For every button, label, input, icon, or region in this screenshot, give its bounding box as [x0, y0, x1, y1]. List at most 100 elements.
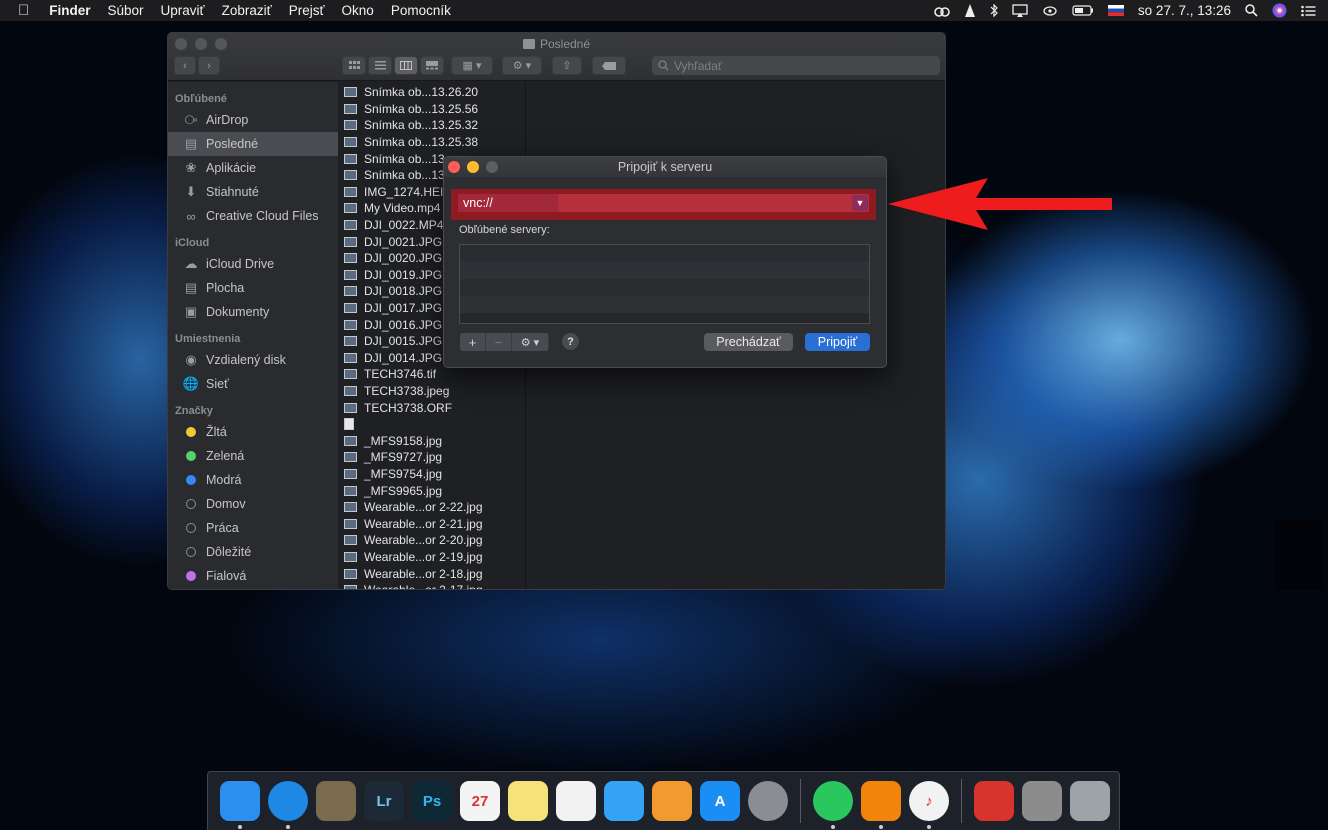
file-row[interactable]: TECH3746.tif	[338, 366, 525, 383]
list-view-button[interactable]	[368, 56, 392, 75]
input-source-flag-icon[interactable]	[1107, 5, 1124, 16]
dialog-minimize-button[interactable]	[467, 161, 479, 173]
sidebar-item-recents[interactable]: ▤ Posledné	[168, 132, 338, 156]
dock-system-preferences-icon[interactable]	[748, 781, 788, 821]
dock-lightroom-icon[interactable]: Lr	[364, 781, 404, 821]
sidebar-item-creative-cloud[interactable]: ∞ Creative Cloud Files	[168, 204, 338, 228]
sidebar-item-network[interactable]: 🌐 Sieť	[168, 372, 338, 396]
help-button[interactable]: ?	[562, 333, 579, 350]
sidebar-item-tag-yellow[interactable]: Žltá	[168, 420, 338, 444]
dock-trash-icon[interactable]	[1070, 781, 1110, 821]
menu-window[interactable]: Okno	[342, 3, 374, 18]
list-item[interactable]	[460, 279, 869, 296]
search-input[interactable]: Vyhľadať	[652, 56, 940, 75]
dock-messages-icon[interactable]	[604, 781, 644, 821]
list-item[interactable]	[460, 245, 869, 262]
share-button[interactable]: ⇧	[552, 56, 582, 75]
file-row[interactable]: Wearable...or 2-18.jpg	[338, 565, 525, 582]
dock-safari-icon[interactable]	[268, 781, 308, 829]
favorite-servers-list[interactable]	[459, 244, 870, 324]
list-item[interactable]	[460, 296, 869, 313]
file-row[interactable]: Wearable...or 2-21.jpg	[338, 515, 525, 532]
menu-edit[interactable]: Upraviť	[161, 3, 205, 18]
dock-reminders-icon[interactable]	[556, 781, 596, 821]
apple-menu-icon[interactable]: 	[18, 2, 29, 19]
spotlight-search-icon[interactable]	[1245, 4, 1258, 17]
menu-finder[interactable]: Finder	[49, 3, 90, 18]
menu-file[interactable]: Súbor	[108, 3, 144, 18]
file-row[interactable]: _MFS9158.jpg	[338, 432, 525, 449]
file-row[interactable]: _MFS9754.jpg	[338, 466, 525, 483]
dock-finder-icon[interactable]	[220, 781, 260, 829]
siri-icon[interactable]	[1272, 3, 1287, 18]
connect-button[interactable]: Pripojiť	[805, 333, 870, 351]
dock-pages-icon[interactable]	[652, 781, 692, 821]
sidebar-item-tag-purple[interactable]: Fialová	[168, 564, 338, 588]
file-row[interactable]: Wearable...or 2-22.jpg	[338, 499, 525, 516]
dock-documents-stack-icon[interactable]	[1022, 781, 1062, 821]
action-gear-button[interactable]: ⚙ ▾	[502, 56, 542, 75]
sidebar-item-tag-important[interactable]: Dôležité	[168, 540, 338, 564]
menu-view[interactable]: Zobraziť	[222, 3, 272, 18]
sidebar-item-remote-disc[interactable]: ◉ Vzdialený disk	[168, 348, 338, 372]
bluetooth-icon[interactable]	[990, 4, 998, 17]
server-address-field[interactable]: vnc:// ▼	[458, 194, 869, 212]
dock-calendar-icon[interactable]: 27	[460, 781, 500, 821]
dock-creative-cloud-icon[interactable]	[974, 781, 1014, 821]
clock[interactable]: so 27. 7., 13:26	[1138, 3, 1231, 18]
file-row[interactable]: TECH3738.jpeg	[338, 383, 525, 400]
browse-button[interactable]: Prechádzať	[704, 333, 793, 351]
dock-itunes-icon[interactable]: ♪	[909, 781, 949, 829]
sidebar-item-tag-blue[interactable]: Modrá	[168, 468, 338, 492]
back-button[interactable]: ‹	[174, 56, 196, 75]
sidebar-item-tag-work[interactable]: Práca	[168, 516, 338, 540]
file-row[interactable]: Snímka ob...13.26.20	[338, 84, 525, 101]
file-row[interactable]: Wearable...or 2-19.jpg	[338, 549, 525, 566]
dock-notes-icon[interactable]	[508, 781, 548, 821]
column-view-button[interactable]	[394, 56, 418, 75]
sidebar-item-tag-home[interactable]: Domov	[168, 492, 338, 516]
file-row[interactable]: _MFS9965.jpg	[338, 482, 525, 499]
gallery-view-button[interactable]	[420, 56, 444, 75]
sidebar-item-downloads[interactable]: ⬇ Stiahnuté	[168, 180, 338, 204]
file-row[interactable]	[338, 416, 525, 433]
battery-icon[interactable]	[1072, 5, 1094, 16]
sidebar-item-documents[interactable]: ▣ Dokumenty	[168, 300, 338, 324]
dock-vlc-icon[interactable]	[861, 781, 901, 829]
list-item[interactable]	[460, 262, 869, 279]
dock-whatsapp-icon[interactable]	[813, 781, 853, 829]
sidebar-item-icloud-drive[interactable]: ☁ iCloud Drive	[168, 252, 338, 276]
dock-preview-icon[interactable]	[316, 781, 356, 821]
menu-go[interactable]: Prejsť	[289, 3, 325, 18]
dock-app-store-icon[interactable]: A	[700, 781, 740, 821]
file-row[interactable]: Snímka ob...13.25.32	[338, 117, 525, 134]
menu-help[interactable]: Pomocník	[391, 3, 451, 18]
creative-cloud-status-icon[interactable]	[934, 5, 950, 17]
group-by-button[interactable]: ▦ ▾	[451, 56, 493, 75]
sidebar-item-tag-green[interactable]: Zelená	[168, 444, 338, 468]
remove-server-button[interactable]: −	[486, 333, 512, 351]
dialog-zoom-button[interactable]	[486, 161, 498, 173]
add-server-button[interactable]: +	[460, 333, 486, 351]
file-row[interactable]: Snímka ob...13.25.56	[338, 101, 525, 118]
file-row[interactable]: _MFS9727.jpg	[338, 449, 525, 466]
sidebar-item-airdrop[interactable]: ⧂ AirDrop	[168, 108, 338, 132]
sidebar-item-applications[interactable]: ❀ Aplikácie	[168, 156, 338, 180]
file-row[interactable]: Wearable...or 2-17.jpg	[338, 582, 525, 589]
notification-center-icon[interactable]	[1301, 5, 1316, 17]
sync-icon[interactable]	[1042, 5, 1058, 17]
tags-button[interactable]	[592, 56, 626, 75]
airplay-icon[interactable]	[1012, 4, 1028, 17]
dialog-close-button[interactable]	[448, 161, 460, 173]
server-options-gear-button[interactable]: ⚙ ▾	[512, 333, 549, 351]
vlc-status-icon[interactable]	[964, 3, 976, 18]
server-address-value[interactable]: vnc://	[458, 194, 558, 212]
file-row[interactable]: Snímka ob...13.25.38	[338, 134, 525, 151]
icon-view-button[interactable]	[342, 56, 366, 75]
file-row[interactable]: TECH3738.ORF	[338, 399, 525, 416]
dock-photoshop-icon[interactable]: Ps	[412, 781, 452, 821]
chevron-down-icon[interactable]: ▼	[852, 195, 868, 211]
forward-button[interactable]: ›	[198, 56, 220, 75]
file-row[interactable]: Wearable...or 2-20.jpg	[338, 532, 525, 549]
sidebar-item-desktop[interactable]: ▤ Plocha	[168, 276, 338, 300]
